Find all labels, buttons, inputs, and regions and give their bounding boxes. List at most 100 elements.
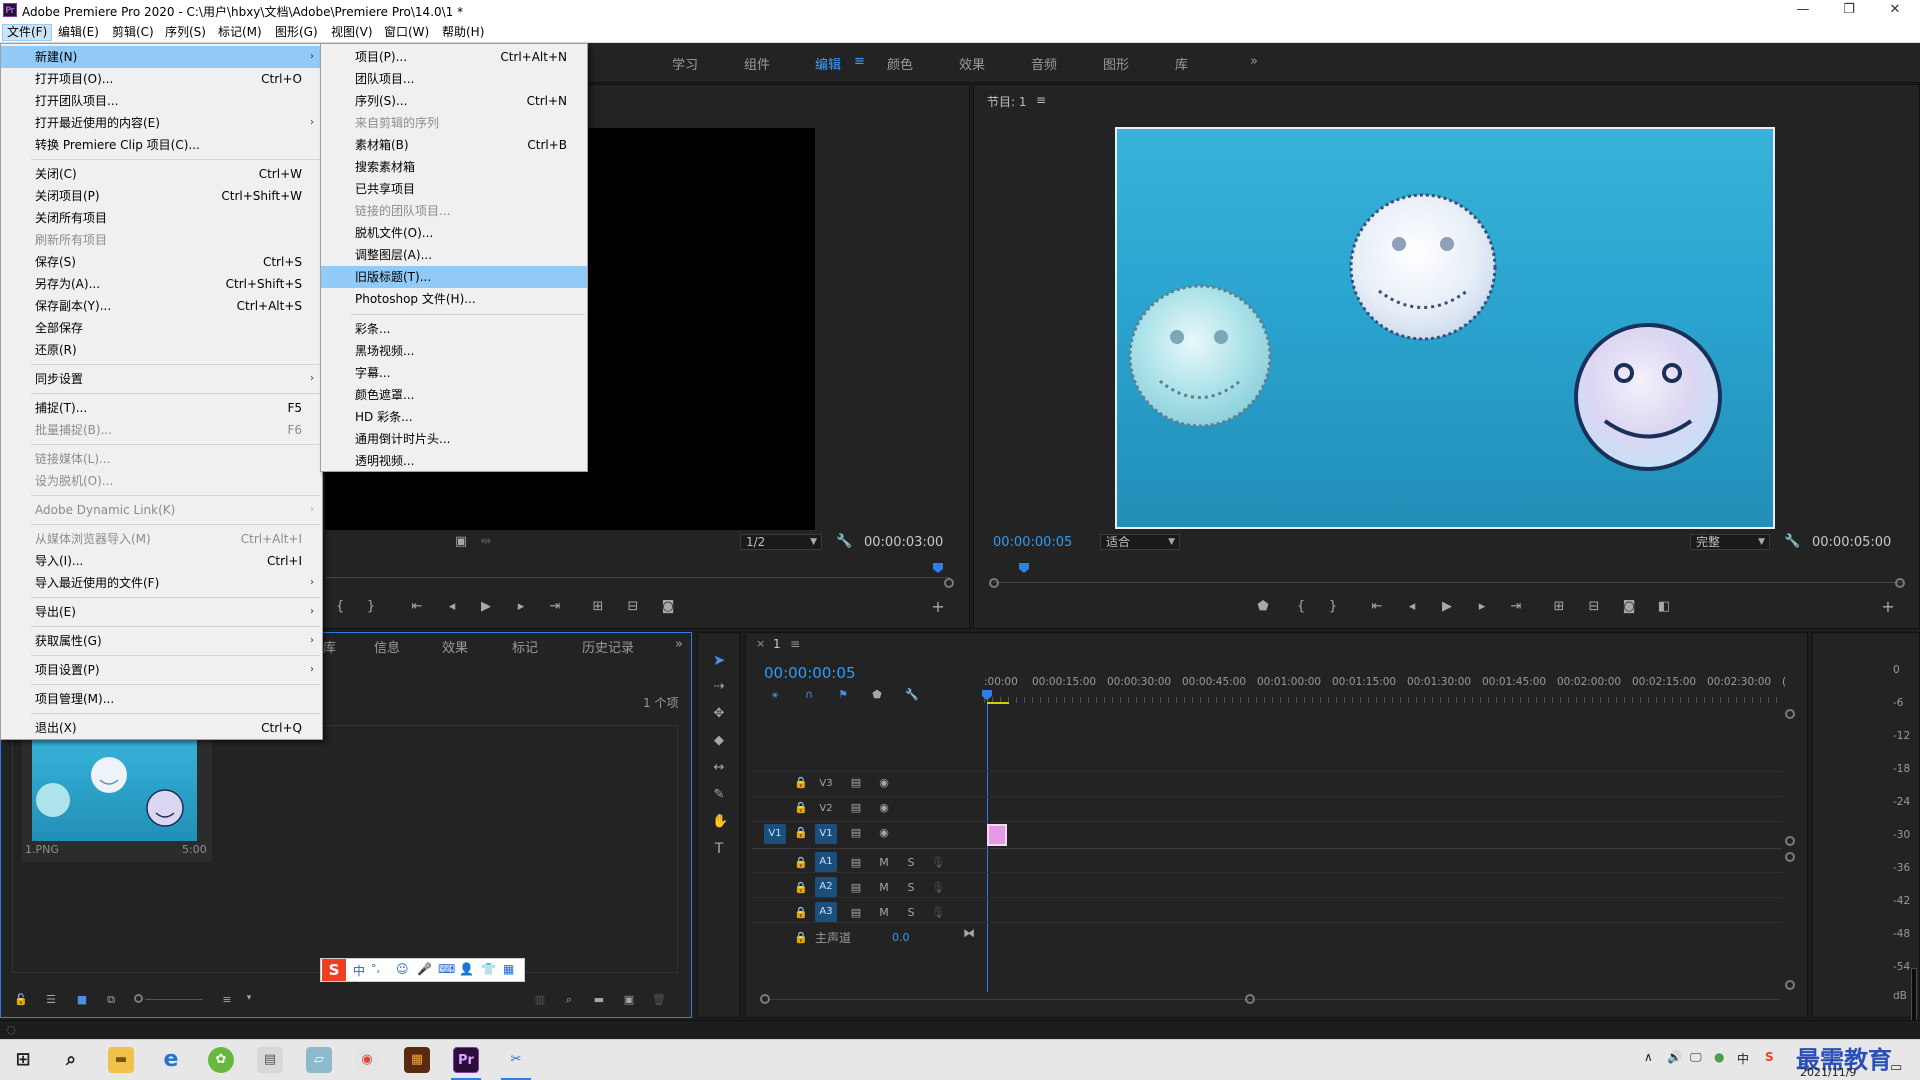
v-scroll-handle[interactable] [1785, 980, 1795, 990]
menu-window[interactable]: 窗口(W) [380, 24, 433, 41]
track-target-a3[interactable]: A3 [815, 902, 837, 922]
close-window-button[interactable]: ✕ [1872, 0, 1918, 22]
track-target-v1[interactable]: V1 [815, 824, 837, 844]
green-app-icon[interactable]: ✿ [208, 1047, 234, 1073]
windows-start-icon[interactable]: ⊞ [10, 1047, 36, 1073]
source-mark-out-icon[interactable]: } [363, 600, 379, 614]
find-search-icon[interactable]: ⌕ [562, 993, 576, 1007]
sogou-logo-icon[interactable]: S [322, 959, 346, 981]
source-step-back-icon[interactable]: ◂ [444, 600, 460, 614]
film-app-icon[interactable]: ▦ [404, 1047, 430, 1073]
file-menu-item-16[interactable]: 同步设置 › [1, 368, 322, 390]
timeline-sequence-tab[interactable]: 1 [773, 637, 781, 651]
lock-track-icon[interactable]: 🔒 [794, 931, 808, 944]
ime-keyboard-icon[interactable]: ⌨ [438, 962, 455, 976]
track-select-tool-icon[interactable]: ⇢ [712, 679, 726, 694]
sync-lock-icon[interactable]: ▤ [849, 881, 863, 894]
sync-lock-icon[interactable]: ▤ [849, 801, 863, 814]
add-marker-icon[interactable]: ⬟ [870, 688, 884, 701]
file-menu-item-11[interactable]: 另存为(A)... Ctrl+Shift+S [1, 273, 322, 295]
menu-clip[interactable]: 剪辑(C) [108, 24, 158, 41]
project-clip-card[interactable]: 1.PNG 5:00 [22, 730, 212, 862]
solo-button[interactable]: S [904, 881, 918, 894]
ime-user-icon[interactable]: 👤 [459, 962, 474, 976]
tray-sogou-icon[interactable]: S [1765, 1050, 1774, 1064]
new-submenu-item-11[interactable]: Photoshop 文件(H)... [321, 288, 587, 310]
new-item-icon[interactable]: ▣ [622, 993, 636, 1006]
source-add-button-icon[interactable]: + [930, 599, 946, 615]
trash-icon[interactable]: 🗑 [652, 993, 666, 1006]
snip-tool-icon[interactable]: ✂ [503, 1047, 529, 1073]
program-mark-out-icon[interactable]: } [1325, 600, 1341, 614]
file-menu-item-4[interactable]: 转换 Premiere Clip 项目(C)... [1, 134, 322, 156]
ripple-edit-tool-icon[interactable]: ✥ [712, 706, 726, 721]
file-menu-item-38[interactable]: 退出(X) Ctrl+Q [1, 717, 322, 739]
menu-graphics[interactable]: 图形(G) [271, 24, 322, 41]
program-zoom-select[interactable]: 适合 ▼ [1100, 534, 1180, 550]
tab-history[interactable]: 历史记录 [582, 637, 634, 656]
selection-tool-icon[interactable]: ➤ [712, 651, 726, 669]
source-patch-v1[interactable]: V1 [764, 824, 786, 844]
tray-chevron-up-icon[interactable]: ∧ [1644, 1050, 1653, 1064]
menu-sequence[interactable]: 序列(S) [161, 24, 210, 41]
source-goto-in-icon[interactable]: ⇤ [409, 600, 425, 614]
ime-emoji-icon[interactable]: ☺ [396, 962, 409, 976]
timeline-menu-icon[interactable]: ≡ [790, 637, 800, 651]
source-play-icon[interactable]: ▶ [478, 600, 494, 614]
file-menu-item-27[interactable]: 导入(I)... Ctrl+I [1, 550, 322, 572]
program-panel-menu-icon[interactable]: ≡ [1036, 93, 1046, 107]
file-menu-item-2[interactable]: 打开团队项目... [1, 90, 322, 112]
edge-browser-icon[interactable]: e [158, 1047, 184, 1073]
program-compare-icon[interactable]: ◧ [1656, 600, 1672, 614]
solo-button[interactable]: S [904, 856, 918, 869]
ime-skin-icon[interactable]: 👕 [481, 962, 496, 976]
file-menu-item-36[interactable]: 项目管理(M)... [1, 688, 322, 710]
program-extract-icon[interactable]: ⊟ [1586, 600, 1602, 614]
v-scroll-handle[interactable] [1785, 852, 1795, 862]
sync-lock-icon[interactable]: ▤ [849, 776, 863, 789]
v-scroll-handle[interactable] [1785, 709, 1795, 719]
program-settings-wrench-icon[interactable]: 🔧 [1784, 535, 1800, 549]
notification-icon[interactable]: ▭ [1890, 1060, 1902, 1075]
new-submenu-item-18[interactable]: 通用倒计时片头... [321, 428, 587, 450]
razor-tool-icon[interactable]: ◆ [712, 733, 726, 748]
program-add-marker-icon[interactable]: ⬟ [1255, 600, 1271, 614]
ime-mode-toggle[interactable]: 中 [353, 962, 365, 979]
workspace-assembly[interactable]: 组件 [744, 54, 770, 73]
mic-icon[interactable]: 🎙 [931, 881, 945, 894]
program-zoom-handle-right[interactable] [1895, 578, 1905, 588]
source-step-forward-icon[interactable]: ▸ [513, 600, 529, 614]
menu-marker[interactable]: 标记(M) [214, 24, 266, 41]
h-scroll-handle-left[interactable] [760, 994, 770, 1004]
tab-markers[interactable]: 标记 [512, 637, 538, 656]
master-volume-value[interactable]: 0.0 [892, 931, 910, 944]
new-submenu-item-10[interactable]: 旧版标题(T)... [321, 266, 587, 288]
source-resolution-select[interactable]: 1/2 ▼ [740, 534, 822, 550]
new-submenu-item-5[interactable]: 搜索素材箱 [321, 156, 587, 178]
track-target-v3[interactable]: V3 [815, 774, 837, 794]
file-menu-item-1[interactable]: 打开项目(O)... Ctrl+O [1, 68, 322, 90]
freeform-view-icon[interactable]: ⧉ [104, 993, 118, 1007]
file-menu-item-0[interactable]: 新建(N) › [1, 46, 322, 68]
taskbar-date[interactable]: 2021/11/9 [1800, 1066, 1856, 1079]
track-target-a1[interactable]: A1 [815, 852, 837, 872]
new-submenu-item-4[interactable]: 素材箱(B) Ctrl+B [321, 134, 587, 156]
file-menu-item-13[interactable]: 全部保存 [1, 317, 322, 339]
snap-magnet-icon[interactable]: ∩ [802, 688, 816, 701]
tab-info[interactable]: 信息 [374, 637, 400, 656]
sort-chevron-down-icon[interactable]: ▾ [242, 993, 256, 1003]
program-zoom-handle-left[interactable] [989, 578, 999, 588]
eye-icon[interactable]: ◉ [877, 826, 891, 839]
file-menu-item-30[interactable]: 导出(E) › [1, 601, 322, 623]
new-submenu-item-6[interactable]: 已共享项目 [321, 178, 587, 200]
file-menu-item-28[interactable]: 导入最近使用的文件(F) › [1, 572, 322, 594]
program-add-button-icon[interactable]: + [1880, 599, 1896, 615]
workspace-libraries[interactable]: 库 [1175, 54, 1188, 73]
eye-icon[interactable]: ◉ [877, 801, 891, 814]
file-explorer-icon[interactable]: ▬ [108, 1047, 134, 1073]
new-submenu-item-17[interactable]: HD 彩条... [321, 406, 587, 428]
automate-sequence-icon[interactable]: ▥ [533, 993, 547, 1006]
program-camera-icon[interactable]: ◙ [1621, 600, 1637, 614]
program-goto-out-icon[interactable]: ⇥ [1508, 600, 1524, 614]
new-submenu-item-1[interactable]: 团队项目... [321, 68, 587, 90]
